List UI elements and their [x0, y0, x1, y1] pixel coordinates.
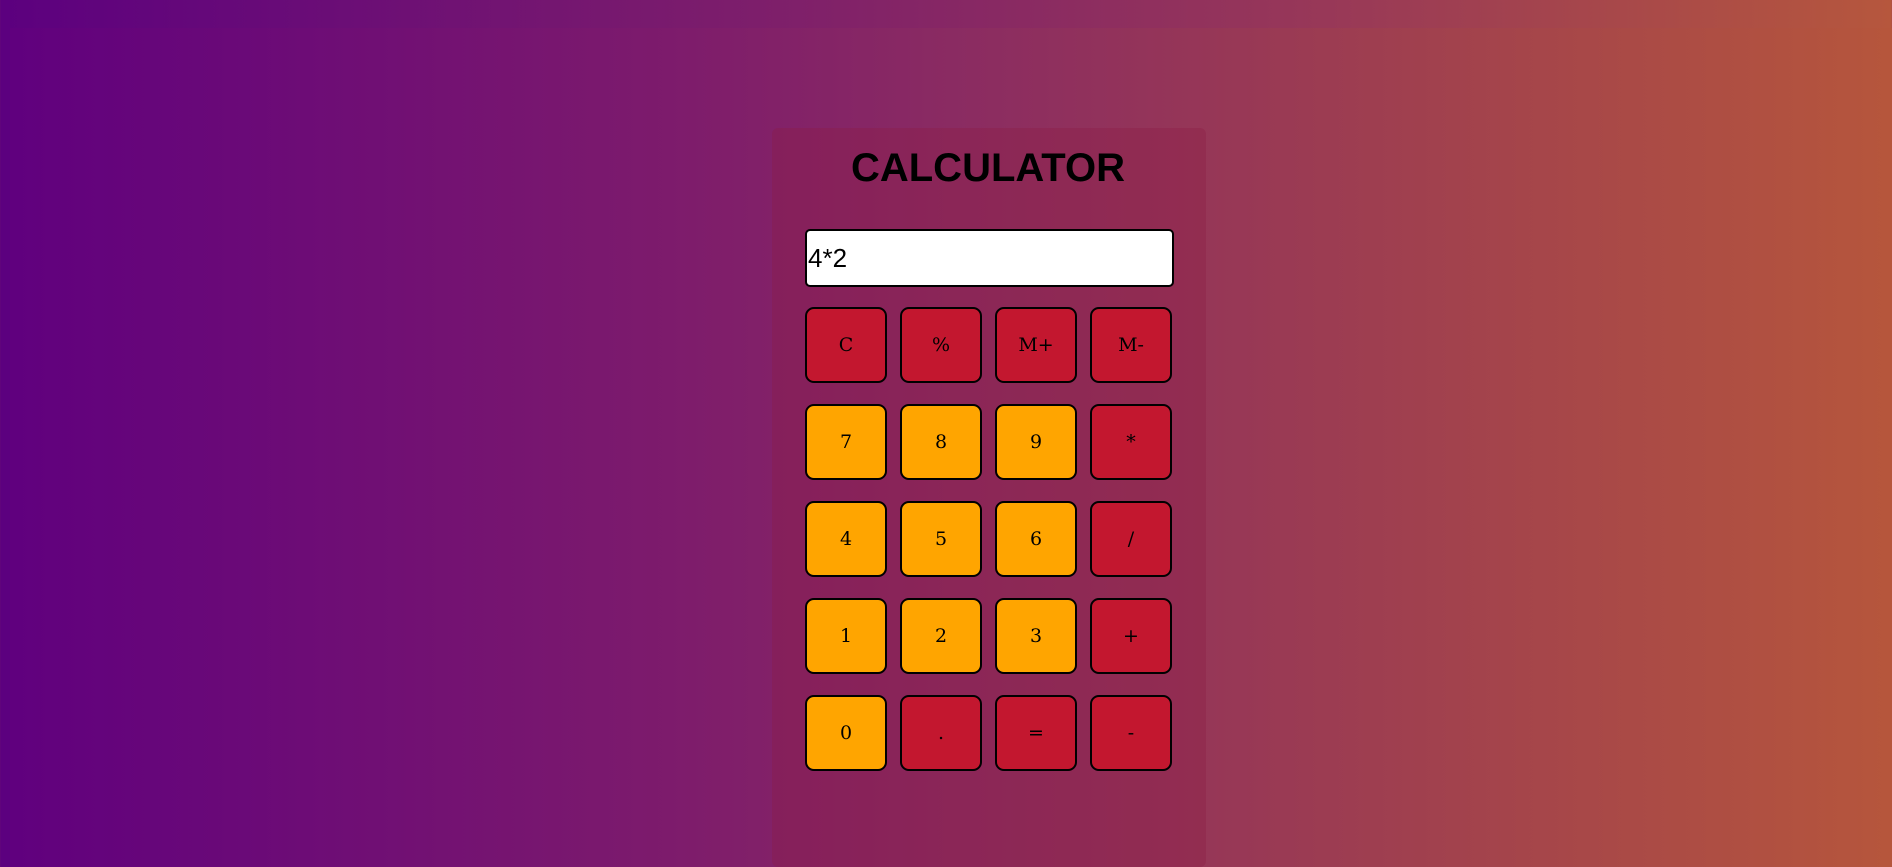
calculator-display[interactable] — [805, 229, 1174, 287]
digit-4-button[interactable]: 4 — [805, 501, 887, 577]
add-button[interactable]: + — [1090, 598, 1172, 674]
decimal-button[interactable]: . — [900, 695, 982, 771]
clear-button[interactable]: C — [805, 307, 887, 383]
digit-8-button[interactable]: 8 — [900, 404, 982, 480]
digit-9-button[interactable]: 9 — [995, 404, 1077, 480]
multiply-button[interactable]: * — [1090, 404, 1172, 480]
divide-button[interactable]: / — [1090, 501, 1172, 577]
digit-6-button[interactable]: 6 — [995, 501, 1077, 577]
digit-3-button[interactable]: 3 — [995, 598, 1077, 674]
subtract-button[interactable]: - — [1090, 695, 1172, 771]
digit-5-button[interactable]: 5 — [900, 501, 982, 577]
percent-button[interactable]: % — [900, 307, 982, 383]
digit-1-button[interactable]: 1 — [805, 598, 887, 674]
digit-7-button[interactable]: 7 — [805, 404, 887, 480]
equals-button[interactable]: = — [995, 695, 1077, 771]
memory-plus-button[interactable]: M+ — [995, 307, 1077, 383]
memory-minus-button[interactable]: M- — [1090, 307, 1172, 383]
digit-2-button[interactable]: 2 — [900, 598, 982, 674]
digit-0-button[interactable]: 0 — [805, 695, 887, 771]
keypad: C % M+ M- 7 8 9 * 4 5 6 / 1 2 3 + 0 . = … — [805, 307, 1172, 771]
